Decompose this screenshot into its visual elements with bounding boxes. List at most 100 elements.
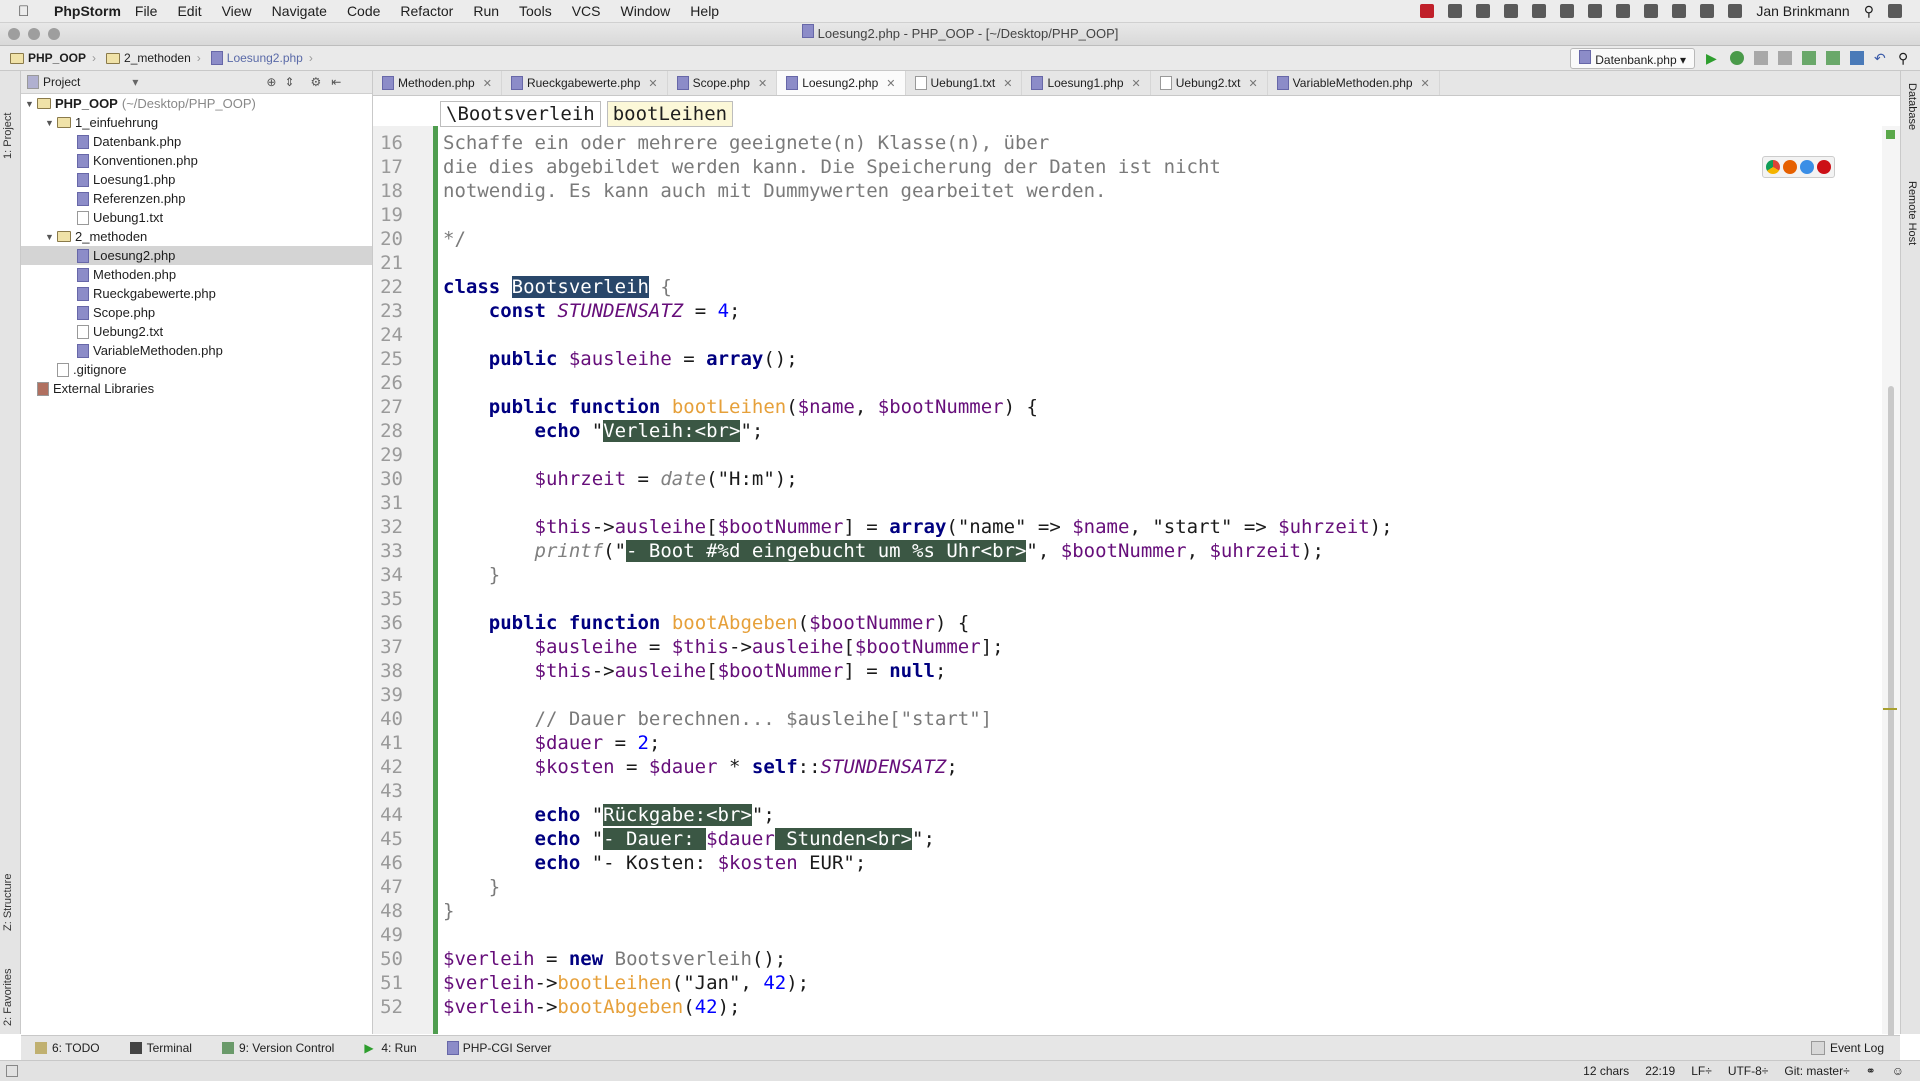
code-line[interactable]: */ [443,228,466,250]
expand-arrow-icon[interactable]: ▼ [45,232,57,242]
close-tab-icon[interactable]: ✕ [1421,77,1430,90]
menu-edit[interactable]: Edit [177,3,201,19]
tab-structure-tool[interactable]: Z: Structure [2,841,18,931]
tree-item[interactable]: Datenbank.php [21,132,372,151]
code-line[interactable]: $verleih->bootAbgeben(42); [443,996,740,1018]
vcs-update-icon[interactable] [1802,51,1816,65]
tree-item[interactable]: ▼ 2_methoden [21,227,372,246]
tree-item[interactable]: Loesung1.php [21,170,372,189]
lock-icon[interactable]: ⚭ [1866,1064,1876,1078]
tree-item[interactable]: Uebung1.txt [21,208,372,227]
code-line[interactable]: $this->ausleihe[$bootNummer] = array("na… [443,516,1393,538]
todo-tool-button[interactable]: 6: TODO [35,1041,100,1055]
notification-icon[interactable] [1888,4,1902,18]
code-line[interactable]: public $ausleihe = array(); [443,348,798,370]
breadcrumb-project[interactable]: PHP_OOP › [10,51,96,65]
inspection-icon[interactable]: ☺ [1892,1064,1904,1078]
error-stripe-marker[interactable] [1883,708,1897,710]
menu-tools[interactable]: Tools [519,3,552,19]
code-line[interactable]: $this->ausleihe[$bootNummer] = null; [443,660,947,682]
menu-view[interactable]: View [222,3,252,19]
scrollbar-thumb[interactable] [1888,386,1894,1066]
close-tab-icon[interactable]: ✕ [648,77,657,90]
menu-navigate[interactable]: Navigate [272,3,327,19]
volume-icon[interactable] [1672,4,1687,18]
locate-icon[interactable]: ⊕ [266,75,276,89]
expand-arrow-icon[interactable]: ▼ [45,118,57,128]
dropbox-icon[interactable] [1448,4,1463,18]
collapse-icon[interactable]: ⇕ [284,75,294,89]
close-tab-icon[interactable]: ✕ [1248,77,1257,90]
menu-file[interactable]: File [135,3,158,19]
close-window-button[interactable] [8,28,20,40]
close-tab-icon[interactable]: ✕ [483,77,492,90]
editor-tab[interactable]: Rueckgabewerte.php ✕ [502,71,668,95]
tree-item[interactable]: Scope.php [21,303,372,322]
project-view-select[interactable]: Project [43,75,80,89]
code-editor[interactable]: Schaffe ein oder mehrere geeignete(n) Kl… [438,126,1880,1034]
editor-tab[interactable]: Uebung1.txt ✕ [906,71,1023,95]
layout-toggle-icon[interactable] [6,1065,18,1077]
run-configuration-select[interactable]: Datenbank.php ▾ [1570,47,1695,69]
code-line[interactable]: $ausleihe = $this->ausleihe[$bootNummer]… [443,636,1004,658]
listen-debug-icon[interactable] [1754,51,1768,65]
tab-favorites-tool[interactable]: 2: Favorites [2,946,18,1026]
code-line[interactable]: echo "- Kosten: $kosten EUR"; [443,852,867,874]
chrome-icon[interactable] [1766,160,1780,174]
tree-item[interactable]: VariableMethoden.php [21,341,372,360]
cloud-icon[interactable] [1644,4,1659,18]
code-line[interactable]: $uhrzeit = date("H:m"); [443,468,798,490]
code-line[interactable]: public function bootLeihen($name, $bootN… [443,396,1038,418]
code-line[interactable]: Schaffe ein oder mehrere geeignete(n) Kl… [443,132,1049,154]
opera-icon[interactable] [1817,160,1831,174]
code-line[interactable]: } [443,876,500,898]
time-machine-icon[interactable] [1728,4,1743,18]
notes-icon[interactable] [1588,4,1603,18]
tree-item[interactable]: Referenzen.php [21,189,372,208]
evernote-icon[interactable] [1560,4,1575,18]
close-tab-icon[interactable]: ✕ [886,77,895,90]
code-line[interactable]: $dauer = 2; [443,732,661,754]
code-line[interactable]: } [443,900,454,922]
close-tab-icon[interactable]: ✕ [1132,77,1141,90]
minimize-window-button[interactable] [28,28,40,40]
tree-item[interactable]: Konventionen.php [21,151,372,170]
tree-item[interactable]: .gitignore [21,360,372,379]
editor-scrollbar[interactable] [1882,126,1900,1066]
tree-item[interactable]: Methoden.php [21,265,372,284]
git-branch[interactable]: Git: master÷ [1784,1064,1849,1078]
inspection-status-icon[interactable] [1886,130,1895,139]
menu-window[interactable]: Window [621,3,671,19]
php-server-icon[interactable] [1778,51,1792,65]
php-cgi-server-tool-button[interactable]: PHP-CGI Server [446,1041,551,1055]
editor-tab[interactable]: Scope.php ✕ [668,71,778,95]
search-icon[interactable]: ⚲ [1898,51,1912,65]
plus-icon[interactable] [1476,4,1491,18]
gear-icon[interactable]: ⚙ [311,75,322,89]
tree-item[interactable]: Rueckgabewerte.php [21,284,372,303]
tab-database-tool[interactable]: Database [1904,83,1918,130]
menu-refactor[interactable]: Refactor [400,3,453,19]
tree-item[interactable]: External Libraries [21,379,372,398]
tab-remote-host-tool[interactable]: Remote Host [1904,181,1918,245]
compare-icon[interactable] [1850,51,1864,65]
close-tab-icon[interactable]: ✕ [758,77,767,90]
zoom-window-button[interactable] [48,28,60,40]
editor-tab[interactable]: Methoden.php ✕ [373,71,502,95]
app-menu[interactable]: PhpStorm [54,3,121,19]
code-line[interactable]: class Bootsverleih { [443,276,672,298]
editor-tab[interactable]: Loesung1.php ✕ [1022,71,1151,95]
debug-icon[interactable] [1730,51,1744,65]
bluetooth-icon[interactable] [1700,4,1715,18]
hide-panel-icon[interactable]: ⇤ [331,75,341,89]
user-name[interactable]: Jan Brinkmann [1756,3,1849,19]
editor-tab[interactable]: Loesung2.php ✕ [777,71,906,95]
line-separator[interactable]: LF÷ [1691,1064,1712,1078]
editor-tab[interactable]: VariableMethoden.php ✕ [1268,71,1440,95]
code-line[interactable]: $verleih->bootLeihen("Jan", 42); [443,972,809,994]
code-line[interactable]: printf("- Boot #%d eingebucht um %s Uhr<… [443,540,1324,562]
menu-help[interactable]: Help [690,3,719,19]
run-tool-button[interactable]: ▶ 4: Run [364,1041,416,1055]
code-line[interactable]: public function bootAbgeben($bootNummer)… [443,612,970,634]
record-icon[interactable] [1420,4,1435,18]
